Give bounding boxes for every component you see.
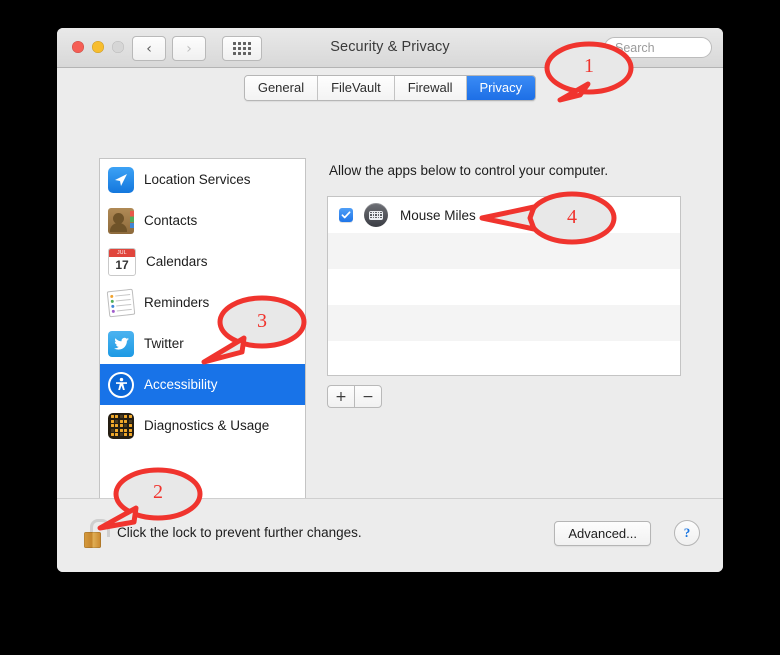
app-checkbox[interactable]	[339, 208, 353, 222]
annotation-callout-2: 2	[86, 466, 206, 544]
table-row-empty	[328, 305, 680, 341]
annotation-callout-1: 1	[524, 38, 644, 116]
table-row-empty	[328, 341, 680, 375]
sidebar-item-label: Location Services	[144, 172, 251, 187]
annotation-number: 4	[567, 206, 577, 228]
sidebar-item-label: Twitter	[144, 336, 184, 351]
sidebar-item-diagnostics-usage[interactable]: Diagnostics & Usage	[100, 405, 305, 446]
sidebar-item-calendars[interactable]: JUL 17 Calendars	[100, 241, 305, 282]
location-services-icon	[108, 166, 134, 193]
diagnostics-icon	[108, 412, 134, 439]
tab-firewall[interactable]: Firewall	[394, 76, 467, 100]
annotation-number: 2	[153, 481, 163, 503]
list-edit-buttons: + −	[327, 385, 681, 408]
tab-general[interactable]: General	[244, 76, 319, 100]
remove-app-button[interactable]: −	[354, 385, 382, 408]
annotation-callout-4: 4	[479, 185, 620, 251]
app-name: Mouse Miles	[400, 207, 476, 223]
annotation-callout-3: 3	[196, 292, 320, 372]
sidebar-item-label: Accessibility	[144, 377, 218, 392]
add-app-button[interactable]: +	[327, 385, 354, 408]
help-button[interactable]: ?	[674, 520, 700, 546]
screenshot-stage: ‹ › Security & Privacy Search General Fi…	[0, 0, 780, 655]
advanced-button[interactable]: Advanced...	[554, 521, 651, 546]
sidebar-item-contacts[interactable]: Contacts	[100, 200, 305, 241]
annotation-number: 1	[584, 55, 594, 77]
annotation-number: 3	[257, 310, 267, 332]
pane-description: Allow the apps below to control your com…	[329, 163, 609, 178]
sidebar-item-label: Diagnostics & Usage	[144, 418, 270, 433]
contacts-icon	[108, 207, 134, 234]
calendar-month: JUL	[109, 248, 135, 257]
accessibility-icon	[108, 371, 134, 398]
mouse-miles-app-icon	[364, 203, 388, 227]
twitter-icon	[108, 330, 134, 357]
calendar-icon: JUL 17	[108, 247, 136, 276]
tab-filevault[interactable]: FileVault	[318, 76, 395, 100]
preference-pane-content: Location Services Contacts JUL 17 Calend…	[57, 105, 723, 512]
table-row-empty	[328, 269, 680, 305]
reminders-icon	[106, 288, 136, 317]
calendar-day: 17	[115, 257, 129, 272]
sidebar-item-label: Calendars	[146, 254, 208, 269]
sidebar-item-label: Contacts	[144, 213, 198, 228]
sidebar-item-location-services[interactable]: Location Services	[100, 159, 305, 200]
